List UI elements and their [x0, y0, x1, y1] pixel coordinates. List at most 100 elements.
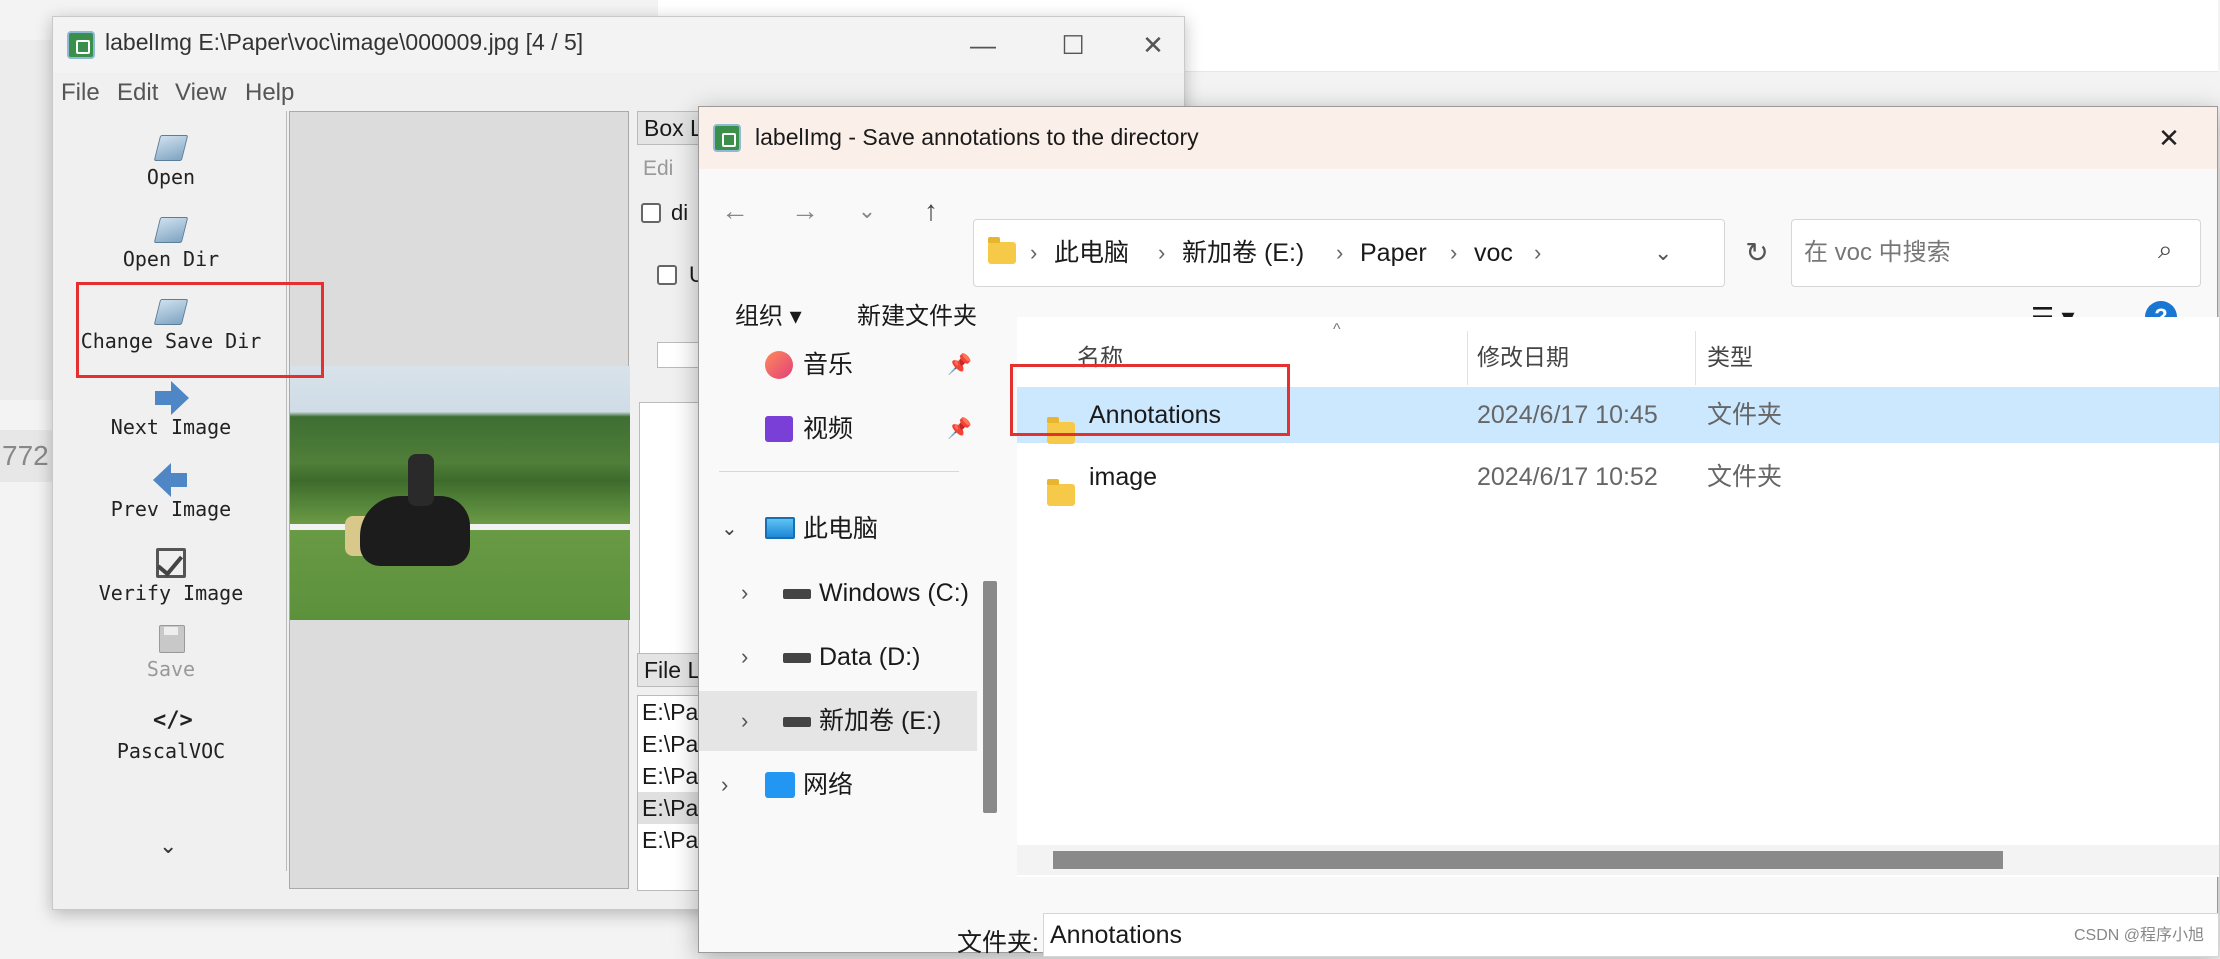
next-image-button[interactable]: Next Image	[55, 379, 287, 439]
nav-item-drive-c[interactable]: › Windows (C:)	[699, 563, 979, 623]
labelimg-app-icon	[67, 31, 95, 59]
chevron-right-icon[interactable]: ›	[741, 691, 748, 751]
up-arrow-icon[interactable]: ↑	[909, 189, 953, 233]
nav-pane-scrollbar[interactable]	[983, 581, 997, 813]
next-image-label: Next Image	[110, 415, 232, 439]
refresh-icon[interactable]: ↻	[1729, 225, 1785, 281]
nav-item-label: 此电脑	[803, 515, 879, 543]
address-bar[interactable]: › 此电脑 › 新加卷 (E:) › Paper › voc › ⌄	[973, 219, 1725, 287]
breadcrumb-separator: ›	[1030, 240, 1038, 265]
search-placeholder: 在 voc 中搜索	[1804, 239, 1951, 266]
pascalvoc-button[interactable]: </> PascalVOC	[55, 703, 287, 763]
dialog-titlebar[interactable]: labelImg - Save annotations to the direc…	[699, 107, 2217, 169]
verify-image-label: Verify Image	[98, 581, 244, 605]
difficult-label: di	[671, 200, 689, 225]
breadcrumb-separator: ›	[1534, 240, 1542, 265]
verify-image-button[interactable]: Verify Image	[55, 545, 287, 605]
column-divider[interactable]	[1695, 331, 1696, 385]
file-list-item[interactable]: E:\Pa	[638, 728, 706, 760]
breadcrumb-separator: ›	[1336, 240, 1344, 265]
arrow-left-icon	[153, 461, 189, 497]
open-dir-button[interactable]: Open Dir	[55, 211, 287, 271]
breadcrumb-this-pc[interactable]: 此电脑	[1054, 220, 1129, 286]
file-list-item[interactable]: E:\Pa	[638, 696, 706, 728]
labelimg-titlebar[interactable]: labelImg E:\Paper\voc\image\000009.jpg […	[53, 17, 1184, 73]
file-date: 2024/6/17 10:45	[1477, 401, 1658, 429]
save-button[interactable]: Save	[55, 621, 287, 681]
search-box[interactable]: 在 voc 中搜索 ⌕	[1791, 219, 2201, 287]
file-type: 文件夹	[1707, 401, 1783, 429]
chevron-right-icon[interactable]: ›	[721, 755, 728, 815]
file-list-item-selected[interactable]: E:\Pa	[638, 792, 706, 824]
column-divider[interactable]	[1467, 331, 1468, 385]
save-directory-dialog: labelImg - Save annotations to the direc…	[698, 106, 2219, 957]
pin-icon[interactable]: 📌	[947, 335, 972, 395]
menu-view[interactable]: View	[175, 75, 227, 111]
nav-item-label: Data (D:)	[819, 643, 921, 671]
background-fragment-text: 772	[0, 430, 56, 482]
recent-locations-chevron-icon[interactable]: ⌄	[845, 189, 889, 233]
chevron-right-icon[interactable]: ›	[741, 627, 748, 687]
difficult-checkbox[interactable]	[641, 203, 661, 223]
photo-rider	[408, 454, 434, 506]
edit-label-button[interactable]: Edi	[643, 157, 673, 181]
photo-horse	[360, 496, 470, 566]
video-icon	[765, 416, 793, 442]
folder-name-input[interactable]: Annotations	[1043, 913, 2219, 957]
horizontal-scrollbar[interactable]	[1053, 851, 2003, 869]
file-list-item[interactable]: E:\Pa	[638, 760, 706, 792]
horse-rider-photo	[290, 366, 630, 620]
breadcrumb-separator: ›	[1158, 240, 1166, 265]
folder-icon	[1047, 479, 1075, 506]
nav-item-label: 视频	[803, 415, 854, 443]
use-default-label-checkbox[interactable]	[657, 265, 677, 285]
nav-item-drive-e[interactable]: › 新加卷 (E:)	[699, 691, 977, 751]
folder-open-icon	[153, 129, 189, 165]
image-canvas[interactable]	[289, 111, 630, 889]
menu-edit[interactable]: Edit	[117, 75, 158, 111]
open-dir-label: Open Dir	[122, 247, 220, 271]
breadcrumb-drive-e[interactable]: 新加卷 (E:)	[1182, 220, 1304, 286]
breadcrumb-voc[interactable]: voc	[1474, 220, 1513, 286]
file-list-item[interactable]: E:\Pa	[638, 824, 706, 856]
expand-toolbar-icon[interactable]: ⌄	[159, 833, 177, 859]
music-icon	[765, 351, 793, 379]
nav-item-drive-d[interactable]: › Data (D:)	[699, 627, 979, 687]
prev-image-button[interactable]: Prev Image	[55, 461, 287, 521]
close-button[interactable]: ✕	[1123, 17, 1183, 73]
folder-icon	[988, 237, 1016, 264]
label-list[interactable]	[639, 402, 707, 662]
nav-item-videos[interactable]: 视频 📌	[699, 399, 979, 459]
folder-label: 文件夹:	[957, 929, 1039, 957]
dialog-title: labelImg - Save annotations to the direc…	[755, 124, 1199, 150]
pin-icon[interactable]: 📌	[947, 399, 972, 459]
column-header-date[interactable]: 修改日期	[1477, 329, 1569, 385]
network-icon	[765, 772, 795, 798]
box-labels-dock-title: Box L	[637, 111, 707, 145]
chevron-down-icon[interactable]: ⌄	[721, 499, 738, 559]
nav-item-network[interactable]: › 网络	[699, 755, 979, 815]
menu-help[interactable]: Help	[245, 75, 294, 111]
maximize-button[interactable]: ☐	[1043, 17, 1103, 73]
nav-item-music[interactable]: 音乐 📌	[699, 335, 979, 395]
forward-arrow-icon[interactable]: →	[783, 189, 827, 233]
background-strip	[0, 40, 60, 400]
nav-item-this-pc[interactable]: ⌄ 此电脑	[699, 499, 979, 559]
address-history-chevron-icon[interactable]: ⌄	[1654, 220, 1672, 286]
search-icon: ⌕	[2158, 234, 2173, 264]
computer-icon	[765, 517, 795, 539]
navigation-pane: 音乐 📌 视频 📌 ⌄ 此电脑 › Windows (C:) › Data (D…	[699, 327, 979, 887]
open-button[interactable]: Open	[55, 129, 287, 189]
dialog-close-button[interactable]: ✕	[2139, 110, 2199, 166]
file-date: 2024/6/17 10:52	[1477, 463, 1658, 491]
column-header-type[interactable]: 类型	[1707, 329, 1753, 385]
chevron-right-icon[interactable]: ›	[741, 563, 748, 623]
sort-indicator-icon: ^	[1333, 321, 1341, 338]
file-list: E:\Pa E:\Pa E:\Pa E:\Pa E:\Pa	[637, 695, 707, 891]
breadcrumb-paper[interactable]: Paper	[1360, 220, 1427, 286]
file-row-image[interactable]: image 2024/6/17 10:52 文件夹	[1017, 449, 2219, 506]
save-label: Save	[146, 657, 196, 681]
minimize-button[interactable]: —	[953, 17, 1013, 73]
back-arrow-icon[interactable]: ←	[713, 189, 757, 233]
menu-file[interactable]: File	[61, 75, 100, 111]
